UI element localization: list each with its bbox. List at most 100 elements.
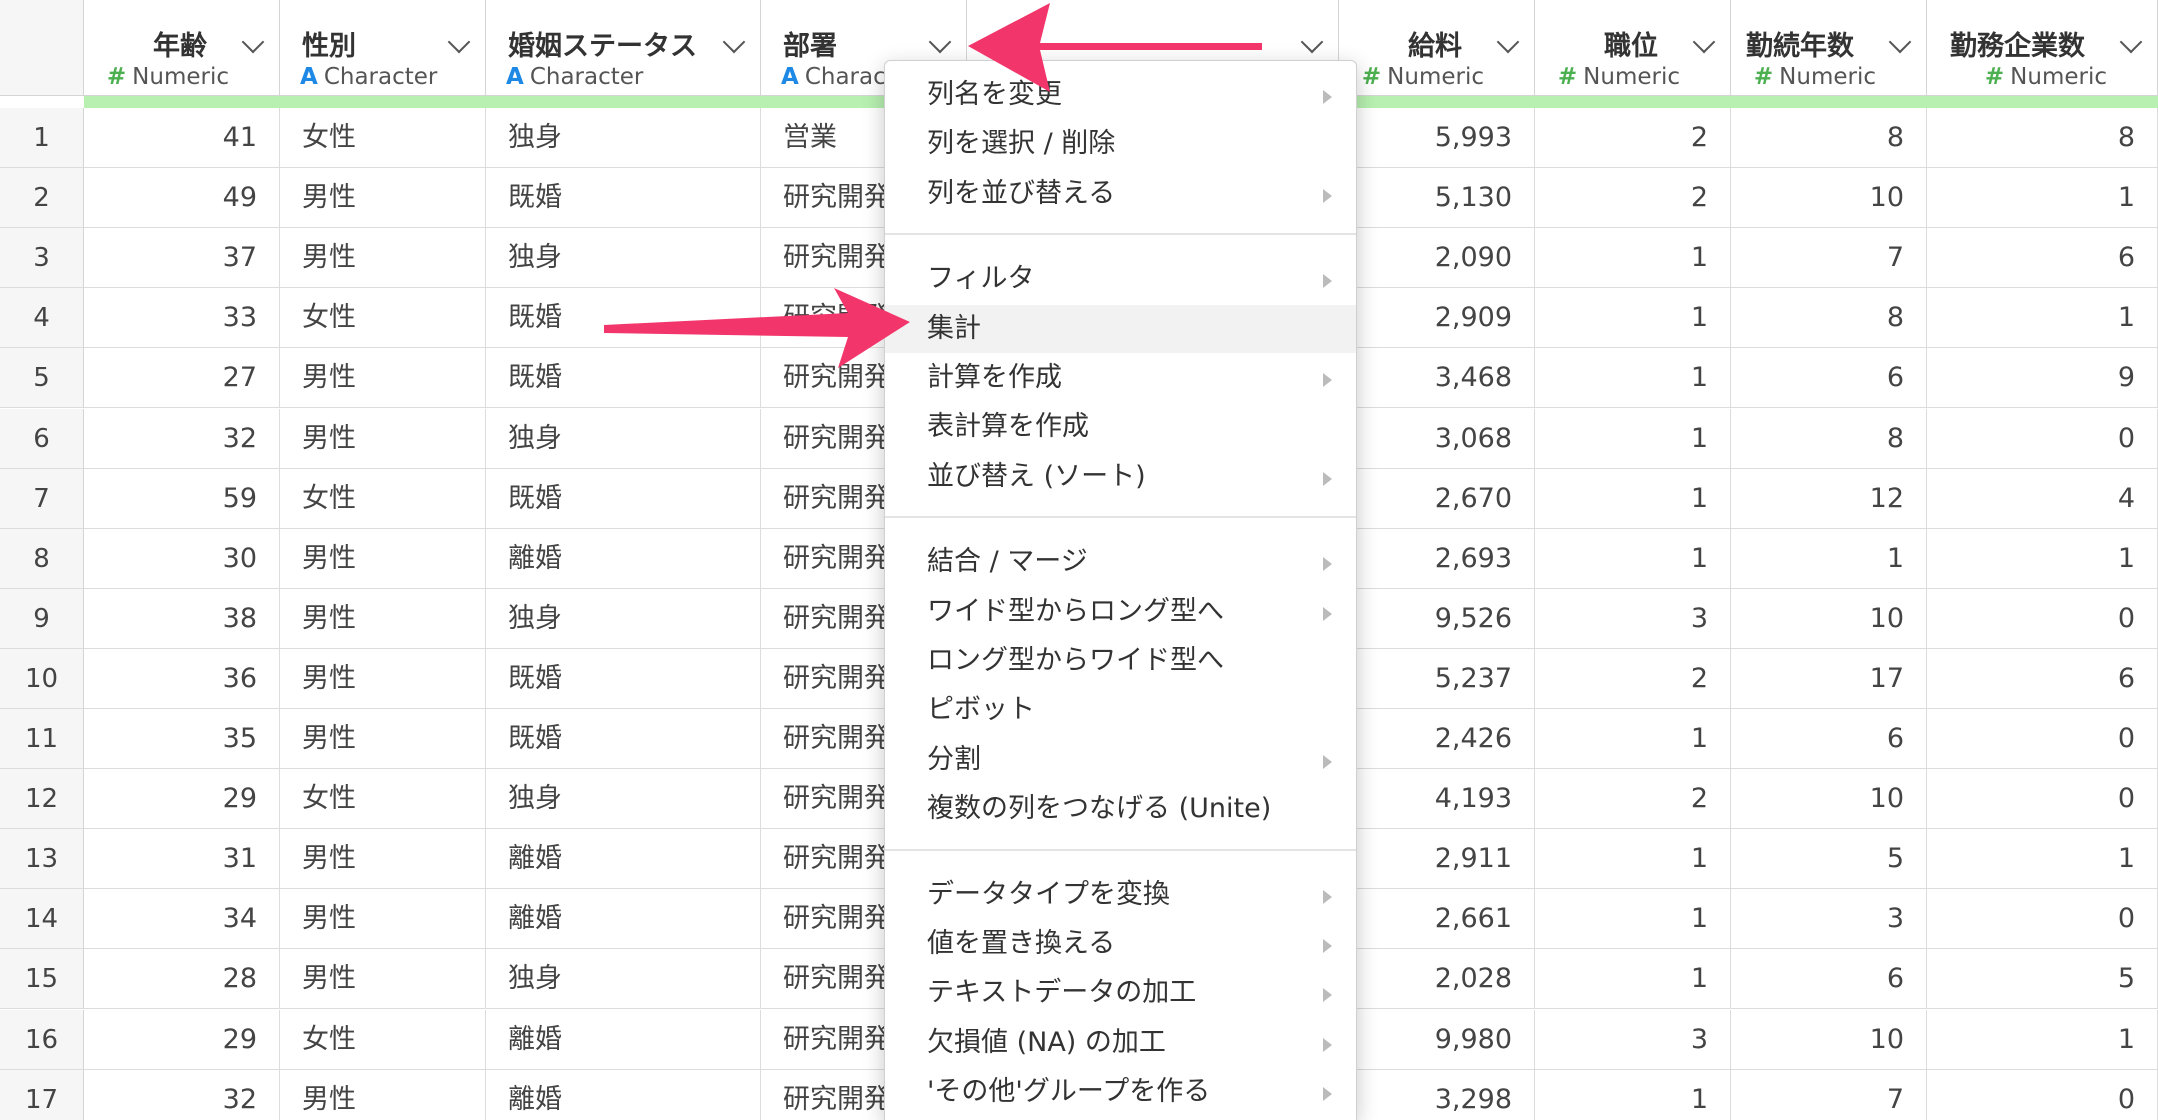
table-cell-tenure[interactable]: 10: [1731, 588, 1927, 649]
table-cell-salary[interactable]: 2,661: [1339, 889, 1535, 950]
table-cell-companies[interactable]: 0: [1927, 588, 2158, 649]
table-cell-marital[interactable]: 離婚: [486, 528, 761, 589]
table-cell-companies[interactable]: 0: [1927, 769, 2158, 830]
table-cell-tenure[interactable]: 7: [1731, 1069, 1927, 1120]
table-cell-position[interactable]: 2: [1535, 648, 1731, 709]
table-cell-position[interactable]: 1: [1535, 468, 1731, 529]
column-header-companies[interactable]: 勤務企業数 # Numeric: [1927, 0, 2158, 96]
table-cell-gender[interactable]: 男性: [280, 528, 486, 589]
table-cell-gender[interactable]: 男性: [280, 829, 486, 890]
table-cell-salary[interactable]: 2,090: [1339, 228, 1535, 289]
chevron-down-icon[interactable]: [1888, 30, 1912, 54]
table-cell-salary[interactable]: 2,028: [1339, 949, 1535, 1010]
menu-item[interactable]: ロング型からワイド型へ: [885, 637, 1356, 685]
menu-item[interactable]: データタイプを変換: [885, 871, 1356, 919]
table-cell-position[interactable]: 1: [1535, 889, 1731, 950]
column-header-gender[interactable]: 性別 A Character: [280, 0, 486, 96]
menu-item[interactable]: 複数の列をつなげる (Unite): [885, 785, 1356, 833]
chevron-down-icon[interactable]: [928, 30, 952, 54]
table-cell-marital[interactable]: 既婚: [486, 468, 761, 529]
table-cell-marital[interactable]: 既婚: [486, 648, 761, 709]
table-cell-companies[interactable]: 1: [1927, 829, 2158, 890]
table-cell-gender[interactable]: 男性: [280, 1069, 486, 1120]
table-cell-marital[interactable]: 離婚: [486, 1069, 761, 1120]
table-cell-tenure[interactable]: 10: [1731, 769, 1927, 830]
column-header-tenure[interactable]: 勤続年数 # Numeric: [1731, 0, 1927, 96]
table-cell-marital[interactable]: 独身: [486, 108, 761, 169]
chevron-down-icon[interactable]: [722, 30, 746, 54]
table-cell-marital[interactable]: 独身: [486, 588, 761, 649]
table-cell-gender[interactable]: 女性: [280, 769, 486, 830]
chevron-down-icon[interactable]: [241, 30, 265, 54]
table-cell-companies[interactable]: 0: [1927, 889, 2158, 950]
table-cell-age[interactable]: 59: [84, 468, 280, 529]
table-cell-tenure[interactable]: 8: [1731, 408, 1927, 469]
table-cell-gender[interactable]: 女性: [280, 1009, 486, 1070]
table-cell-gender[interactable]: 男性: [280, 168, 486, 229]
table-cell-position[interactable]: 1: [1535, 408, 1731, 469]
table-cell-gender[interactable]: 男性: [280, 648, 486, 709]
table-cell-companies[interactable]: 4: [1927, 468, 2158, 529]
table-cell-companies[interactable]: 6: [1927, 228, 2158, 289]
table-cell-companies[interactable]: 5: [1927, 949, 2158, 1010]
table-cell-tenure[interactable]: 10: [1731, 168, 1927, 229]
table-cell-salary[interactable]: 3,468: [1339, 348, 1535, 409]
table-cell-gender[interactable]: 男性: [280, 588, 486, 649]
table-cell-companies[interactable]: 9: [1927, 348, 2158, 409]
table-cell-tenure[interactable]: 6: [1731, 949, 1927, 1010]
table-cell-position[interactable]: 1: [1535, 1069, 1731, 1120]
menu-item[interactable]: フィルタ: [885, 255, 1356, 303]
chevron-down-icon[interactable]: [2119, 30, 2143, 54]
table-cell-salary[interactable]: 2,909: [1339, 288, 1535, 349]
table-cell-salary[interactable]: 2,426: [1339, 709, 1535, 770]
table-cell-age[interactable]: 28: [84, 949, 280, 1010]
table-cell-tenure[interactable]: 6: [1731, 348, 1927, 409]
table-cell-position[interactable]: 1: [1535, 348, 1731, 409]
table-cell-position[interactable]: 1: [1535, 709, 1731, 770]
table-cell-marital[interactable]: 既婚: [486, 348, 761, 409]
table-cell-companies[interactable]: 8: [1927, 108, 2158, 169]
table-cell-position[interactable]: 1: [1535, 288, 1731, 349]
table-cell-companies[interactable]: 1: [1927, 168, 2158, 229]
table-cell-salary[interactable]: 2,670: [1339, 468, 1535, 529]
table-cell-position[interactable]: 3: [1535, 588, 1731, 649]
table-cell-gender[interactable]: 男性: [280, 709, 486, 770]
table-cell-gender[interactable]: 女性: [280, 288, 486, 349]
menu-item[interactable]: 分割: [885, 736, 1356, 784]
table-cell-companies[interactable]: 1: [1927, 528, 2158, 589]
table-cell-tenure[interactable]: 3: [1731, 889, 1927, 950]
menu-item[interactable]: 計算を作成: [885, 354, 1356, 402]
table-cell-age[interactable]: 32: [84, 408, 280, 469]
table-cell-gender[interactable]: 男性: [280, 889, 486, 950]
menu-item[interactable]: 列名を変更: [885, 71, 1356, 119]
menu-item[interactable]: 値を置き換える: [885, 920, 1356, 968]
menu-item[interactable]: 表計算を作成: [885, 403, 1356, 451]
table-cell-age[interactable]: 38: [84, 588, 280, 649]
table-cell-age[interactable]: 31: [84, 829, 280, 890]
table-cell-gender[interactable]: 男性: [280, 949, 486, 1010]
table-cell-marital[interactable]: 独身: [486, 769, 761, 830]
table-cell-marital[interactable]: 既婚: [486, 709, 761, 770]
table-cell-gender[interactable]: 男性: [280, 228, 486, 289]
table-cell-tenure[interactable]: 12: [1731, 468, 1927, 529]
table-cell-age[interactable]: 34: [84, 889, 280, 950]
menu-item[interactable]: テキストデータの加工: [885, 969, 1356, 1017]
table-cell-gender[interactable]: 女性: [280, 108, 486, 169]
table-cell-marital[interactable]: 離婚: [486, 829, 761, 890]
table-cell-position[interactable]: 2: [1535, 108, 1731, 169]
table-cell-salary[interactable]: 5,993: [1339, 108, 1535, 169]
table-cell-salary[interactable]: 3,298: [1339, 1069, 1535, 1120]
table-cell-marital[interactable]: 既婚: [486, 168, 761, 229]
column-header-position[interactable]: 職位 # Numeric: [1535, 0, 1731, 96]
table-cell-companies[interactable]: 1: [1927, 1009, 2158, 1070]
table-cell-salary[interactable]: 5,130: [1339, 168, 1535, 229]
menu-item[interactable]: 列を選択 / 削除: [885, 120, 1356, 168]
table-cell-position[interactable]: 1: [1535, 829, 1731, 890]
table-cell-tenure[interactable]: 8: [1731, 108, 1927, 169]
table-cell-tenure[interactable]: 7: [1731, 228, 1927, 289]
menu-item[interactable]: 並び替え (ソート): [885, 453, 1356, 501]
menu-item[interactable]: 列を並び替える: [885, 170, 1356, 218]
table-cell-age[interactable]: 30: [84, 528, 280, 589]
chevron-down-icon[interactable]: [1496, 30, 1520, 54]
table-cell-companies[interactable]: 6: [1927, 648, 2158, 709]
